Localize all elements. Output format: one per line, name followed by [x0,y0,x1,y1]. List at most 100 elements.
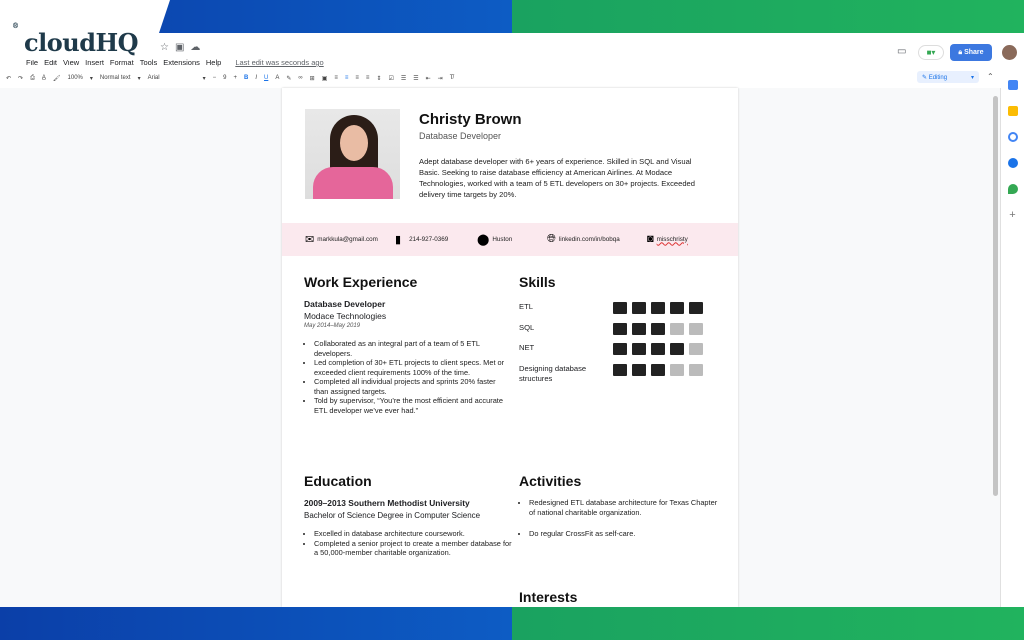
line-spacing-icon[interactable]: ⇕ [376,75,381,82]
star-icon[interactable]: ☆ [160,42,169,53]
decrease-size-icon[interactable]: − [213,75,217,81]
justify-icon[interactable]: ≡ [366,75,370,81]
work-entry: Database Developer Modace Technologies M… [304,299,509,415]
align-center-icon[interactable]: ≡ [345,75,349,81]
skill-block [632,302,646,314]
globe-icon: 🌐︎ [547,233,556,245]
phone-icon: ▮ [395,234,402,246]
skill-row: Designing database structures [519,362,719,386]
document-page[interactable]: Christy Brown Database Developer Adept d… [282,88,738,607]
last-edit-link[interactable]: Last edit was seconds ago [235,58,323,67]
skill-block [670,343,684,355]
font-size-input[interactable]: 9 [223,75,226,81]
editing-mode-select[interactable]: ✎ Editing ▾ [917,71,979,83]
menu-help[interactable]: Help [206,58,221,67]
activities-heading: Activities [519,473,582,489]
skill-block [613,302,627,314]
skill-block [651,363,665,376]
scrollbar[interactable] [993,96,998,496]
location-pin-icon: ⬤ [477,234,490,246]
account-avatar[interactable] [1002,45,1017,60]
underline-icon[interactable]: U [264,75,268,81]
highlight-icon[interactable]: ✎ [286,75,291,82]
calendar-icon[interactable] [1007,80,1018,90]
zoom-select[interactable]: 100% [68,75,83,81]
email-icon: ✉ [305,234,315,246]
education-heading: Education [304,473,372,489]
skill-block [670,322,684,335]
font-select[interactable]: Arial [148,75,196,81]
education-entry: 2009–2013 Southern Methodist University … [304,498,514,558]
italic-icon[interactable]: I [255,75,257,81]
meet-icon[interactable]: ■▾ [918,45,944,60]
maps-icon[interactable] [1007,184,1018,194]
style-select[interactable]: Normal text [100,75,131,81]
skill-block [632,322,646,335]
tasks-icon[interactable] [1007,132,1018,142]
share-button[interactable]: 🔒︎ Share [950,44,992,61]
contact-bar: ✉ markkula@gmail.com ▮ 214-927-0369 ⬤ Husto… [282,223,738,256]
checklist-icon[interactable]: ☑ [388,75,393,82]
resume-role: Database Developer [419,131,502,141]
bottom-banner [0,607,1024,640]
skill-level [613,302,703,314]
keep-icon[interactable] [1007,106,1018,116]
toolbar: ↶ ↷ ⎙ A̲ 🖌︎ 100% ▾ Normal text ▾ Arial ▾ −9 + BI… [6,74,454,82]
indent-increase-icon[interactable]: ⇥ [438,75,443,82]
spellcheck-icon[interactable]: A̲ [42,75,46,81]
clear-format-icon[interactable]: T̸ [450,75,454,81]
skill-level [613,322,703,335]
skill-block [632,363,646,376]
increase-size-icon[interactable]: + [233,75,237,81]
redo-icon[interactable]: ↷ [18,75,23,82]
paint-format-icon[interactable]: 🖌︎ [53,75,61,82]
instagram-icon: ◙ [647,233,654,245]
skill-name: SQL [519,322,535,332]
numbered-list-icon[interactable]: ☰ [413,75,418,82]
skill-block [613,343,627,355]
interests-heading: Interests [519,589,578,605]
skill-block [689,343,703,355]
resume-summary: Adept database developer with 6+ years o… [419,157,695,199]
work-heading: Work Experience [304,274,418,290]
collapse-toolbar-icon[interactable]: ⌃ [987,72,994,81]
skill-name: ETL [519,302,533,311]
contacts-icon[interactable] [1007,158,1018,168]
image-icon[interactable]: ▣ [322,75,328,82]
activities-list: Redesigned ETL database architecture for… [519,498,719,551]
skill-block [670,363,684,376]
skill-block [613,322,627,335]
undo-icon[interactable]: ↶ [6,75,11,82]
move-folder-icon[interactable]: ▣ [175,42,184,53]
skill-row: SQL [519,321,719,342]
align-left-icon[interactable]: ≡ [334,75,338,81]
skill-block [689,363,703,376]
side-panel: + [1000,80,1024,607]
align-right-icon[interactable]: ≡ [355,75,359,81]
print-icon[interactable]: ⎙ [30,75,35,82]
bold-icon[interactable]: B [244,75,248,81]
cloudhq-logo: cloudHQ ® [0,0,170,60]
text-color-icon[interactable]: A [275,75,279,81]
pencil-icon: ✎ [922,75,929,81]
indent-decrease-icon[interactable]: ⇤ [426,75,431,82]
comment-icon[interactable]: ▭ [897,46,906,57]
cloud-status-icon[interactable]: ☁ [190,42,200,53]
skill-block [689,302,703,314]
skill-name: Designing database structures [519,363,587,383]
comment-add-icon[interactable]: ⊞ [310,75,315,82]
title-icons: ☆ ▣ ☁ [160,42,200,53]
skills-list: ETL SQL NET Designing database structures [519,300,719,386]
skill-block [651,322,665,335]
add-addon-icon[interactable]: + [1008,210,1018,221]
skill-block [632,343,646,355]
skill-level [613,343,703,355]
skill-row: ETL [519,300,719,321]
menu-extensions[interactable]: Extensions [163,58,200,67]
bullet-list-icon[interactable]: ☰ [401,75,406,82]
skill-name: NET [519,343,535,352]
resume-name: Christy Brown [419,111,522,128]
skill-block [613,363,627,376]
skill-block [670,302,684,314]
link-icon[interactable]: ∞ [298,75,302,81]
